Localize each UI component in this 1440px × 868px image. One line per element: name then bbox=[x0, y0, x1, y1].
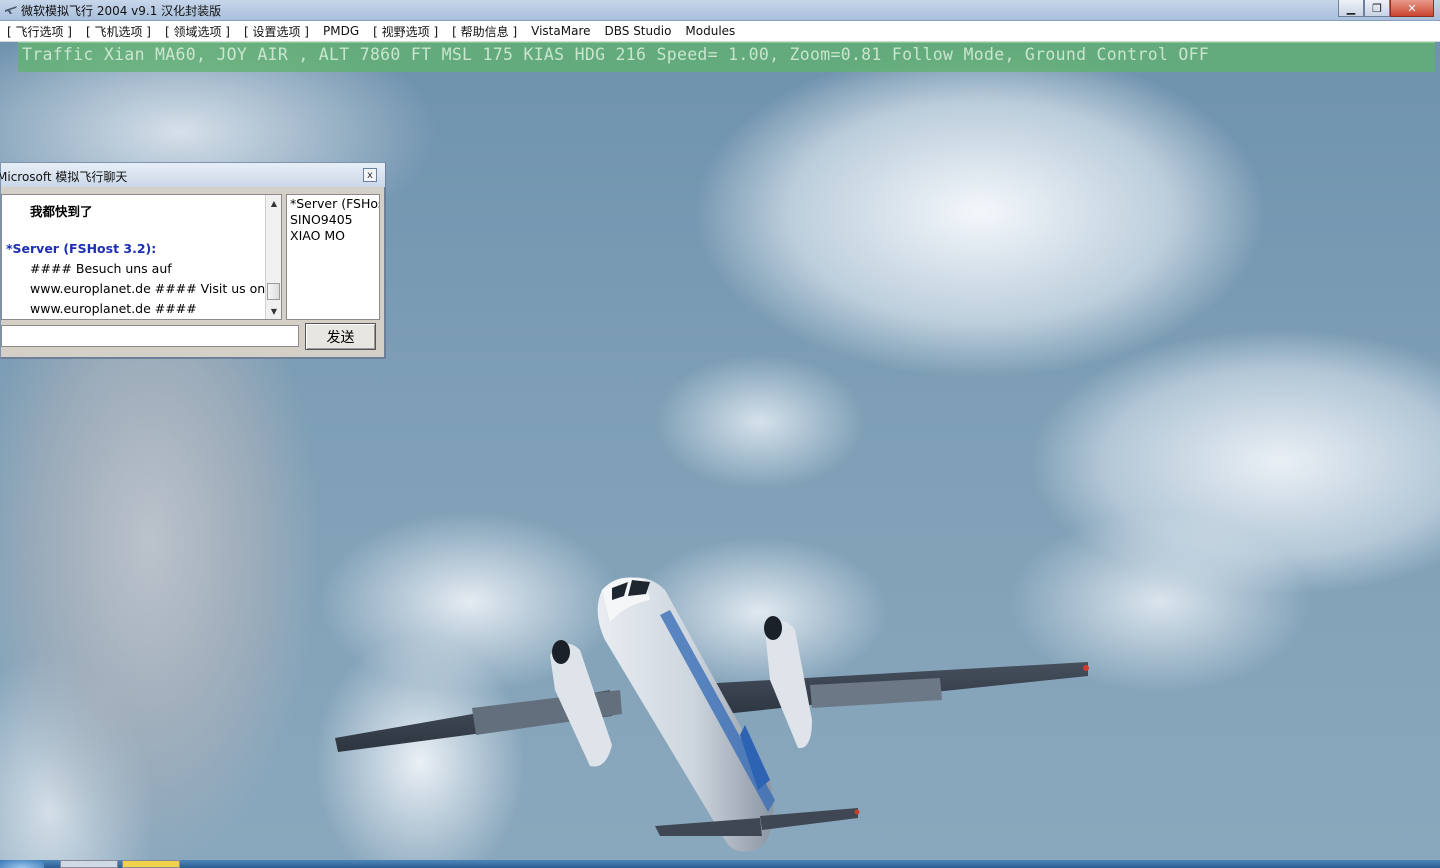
window-controls: ▁ ❐ ✕ bbox=[1338, 0, 1434, 18]
chat-message: 我都快到了 bbox=[30, 204, 93, 219]
chat-scrollbar[interactable]: ▲ ▼ bbox=[265, 195, 281, 319]
menu-settings[interactable]: [ 设置选项 ] bbox=[237, 23, 316, 40]
close-button[interactable]: ✕ bbox=[1390, 0, 1434, 17]
taskbar bbox=[0, 860, 1440, 868]
multiplayer-chat-window[interactable]: Microsoft 模拟飞行聊天 x 我都快到了 *Server (FSHost… bbox=[0, 162, 386, 359]
chat-title-bar[interactable]: Microsoft 模拟飞行聊天 x bbox=[0, 163, 385, 187]
chat-user-list[interactable]: *Server (FSHost SINO9405 XIAO MO bbox=[286, 194, 380, 320]
start-button[interactable] bbox=[0, 860, 44, 868]
chat-message: www.europlanet.de #### bbox=[30, 301, 197, 316]
user-list-item[interactable]: SINO9405 bbox=[290, 212, 353, 227]
chat-title: Microsoft 模拟飞行聊天 bbox=[0, 170, 128, 184]
menu-flights[interactable]: [ 飞行选项 ] bbox=[0, 23, 79, 40]
scroll-thumb[interactable] bbox=[267, 283, 280, 300]
user-list-item[interactable]: XIAO MO bbox=[290, 228, 345, 243]
minimize-button[interactable]: ▁ bbox=[1338, 0, 1364, 17]
menu-bar: [ 飞行选项 ] [ 飞机选项 ] [ 领域选项 ] [ 设置选项 ] PMDG… bbox=[0, 21, 1440, 42]
menu-world[interactable]: [ 领域选项 ] bbox=[158, 23, 237, 40]
menu-aircraft[interactable]: [ 飞机选项 ] bbox=[79, 23, 158, 40]
scroll-down-arrow-icon[interactable]: ▼ bbox=[266, 303, 281, 319]
chat-message: #### Besuch uns auf bbox=[30, 261, 172, 276]
menu-modules[interactable]: Modules bbox=[678, 24, 742, 38]
menu-vistamare[interactable]: VistaMare bbox=[524, 24, 597, 38]
maximize-button[interactable]: ❐ bbox=[1364, 0, 1390, 17]
user-list-item[interactable]: *Server (FSHost bbox=[290, 196, 379, 211]
taskbar-item[interactable] bbox=[122, 860, 180, 868]
chat-message: www.europlanet.de #### Visit us on bbox=[30, 281, 266, 296]
airplane-icon bbox=[5, 6, 17, 14]
menu-dbs-studio[interactable]: DBS Studio bbox=[598, 24, 679, 38]
menu-pmdg[interactable]: PMDG bbox=[316, 24, 366, 38]
menu-views[interactable]: [ 视野选项 ] bbox=[366, 23, 445, 40]
send-button[interactable]: 发送 bbox=[305, 323, 376, 350]
menu-help[interactable]: [ 帮助信息 ] bbox=[445, 23, 524, 40]
status-banner: Traffic Xian MA60, JOY AIR , ALT 7860 FT… bbox=[18, 42, 1435, 72]
status-banner-text: Traffic Xian MA60, JOY AIR , ALT 7860 FT… bbox=[22, 45, 1210, 64]
window-title: 微软模拟飞行 2004 v9.1 汉化封装版 bbox=[21, 4, 222, 18]
chat-message-input[interactable] bbox=[1, 325, 299, 347]
chat-close-button[interactable]: x bbox=[363, 168, 377, 182]
title-bar: 微软模拟飞行 2004 v9.1 汉化封装版 ▁ ❐ ✕ bbox=[0, 0, 1440, 21]
scroll-up-arrow-icon[interactable]: ▲ bbox=[266, 195, 281, 211]
flight-sim-window: 微软模拟飞行 2004 v9.1 汉化封装版 ▁ ❐ ✕ [ 飞行选项 ] [ … bbox=[0, 0, 1440, 868]
chat-message-log[interactable]: 我都快到了 *Server (FSHost 3.2): #### Besuch … bbox=[1, 194, 282, 320]
taskbar-item[interactable] bbox=[60, 860, 118, 868]
chat-message-sender: *Server (FSHost 3.2): bbox=[6, 241, 157, 256]
